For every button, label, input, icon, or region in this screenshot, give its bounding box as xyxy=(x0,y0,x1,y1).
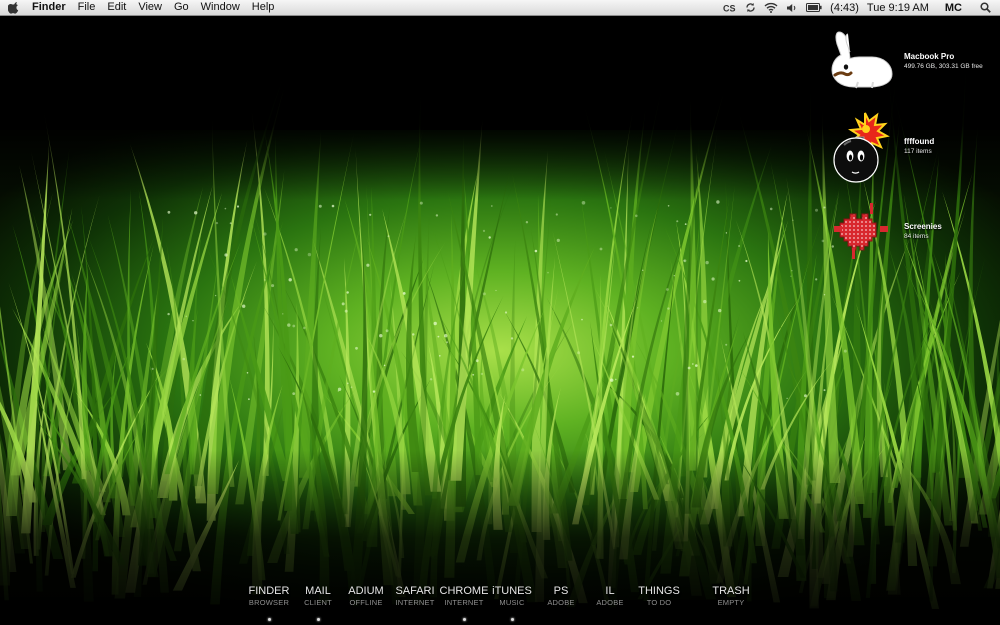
desktop-icon-name: Screenies xyxy=(904,222,942,231)
dock-item-illustrator[interactable]: IL ADOBE xyxy=(590,585,630,607)
dock-item-label: CHROME xyxy=(439,585,489,597)
dock-item-label: iTUNES xyxy=(492,585,532,597)
running-indicator xyxy=(267,618,271,621)
wifi-icon[interactable] xyxy=(760,0,782,15)
menu-help[interactable]: Help xyxy=(246,0,281,15)
dock-item-label: ADIUM xyxy=(348,585,384,597)
desktop-icon-ffffound[interactable]: ffffound 117 items xyxy=(830,110,990,184)
invader-folder-icon xyxy=(834,203,888,259)
dock-item-subtitle: TO DO xyxy=(646,598,672,607)
dock-item-adium[interactable]: ADIUM OFFLINE xyxy=(343,585,389,607)
dock-item-label: TRASH xyxy=(712,585,750,597)
dock-item-label: IL xyxy=(605,585,615,597)
dock-item-subtitle: ADOBE xyxy=(547,598,575,607)
dock-item-label: MAIL xyxy=(305,585,331,597)
dock-item-subtitle: ADOBE xyxy=(596,598,624,607)
desktop-wallpaper xyxy=(0,0,1000,625)
creative-suite-status-icon[interactable]: CS xyxy=(719,0,741,15)
menu-window[interactable]: Window xyxy=(195,0,246,15)
menu-finder[interactable]: Finder xyxy=(26,0,72,15)
menubar-clock[interactable]: Tue 9:19 AM xyxy=(863,0,937,15)
desktop-icon-screenies[interactable]: Screenies 84 items xyxy=(830,200,990,262)
apple-menu-icon[interactable] xyxy=(0,0,26,15)
rabbit-drive-icon xyxy=(831,31,893,91)
menu-edit[interactable]: Edit xyxy=(101,0,132,15)
desktop-icon-macbook-pro[interactable]: Macbook Pro 499.76 GB, 303.31 GB free xyxy=(824,28,994,92)
dock-item-subtitle: MUSIC xyxy=(499,598,525,607)
dock-item-chrome[interactable]: CHROME INTERNET xyxy=(438,585,490,621)
dock-item-label: FINDER xyxy=(248,585,290,597)
menu-file[interactable]: File xyxy=(72,0,102,15)
bomb-folder-icon xyxy=(833,112,890,183)
desktop-icon-info: 84 items xyxy=(904,233,929,240)
desktop-icon-name: Macbook Pro xyxy=(904,52,955,61)
user-account-menu[interactable]: MC xyxy=(937,0,970,15)
dock-item-subtitle: INTERNET xyxy=(395,598,435,607)
dock-item-things[interactable]: THINGS TO DO xyxy=(636,585,682,607)
dock-item-label: PS xyxy=(553,585,569,597)
sync-icon[interactable] xyxy=(741,0,760,15)
dock-item-subtitle: BROWSER xyxy=(248,598,290,607)
dock-item-mail[interactable]: MAIL CLIENT xyxy=(298,585,338,621)
svg-text:CS: CS xyxy=(723,3,736,13)
running-indicator xyxy=(510,618,514,621)
running-indicator xyxy=(316,618,320,621)
spotlight-search-icon[interactable] xyxy=(970,0,1000,15)
menu-bar: Finder File Edit View Go Window Help CS … xyxy=(0,0,1000,16)
dock-item-photoshop[interactable]: PS ADOBE xyxy=(541,585,581,607)
dock-item-label: SAFARI xyxy=(395,585,435,597)
dock-item-subtitle: OFFLINE xyxy=(349,598,383,607)
desktop-icon-name: ffffound xyxy=(904,137,935,146)
dock-item-safari[interactable]: SAFARI INTERNET xyxy=(392,585,438,607)
dock-item-finder[interactable]: FINDER BROWSER xyxy=(245,585,293,621)
running-indicator xyxy=(462,618,466,621)
dock-item-trash[interactable]: TRASH EMPTY xyxy=(709,585,753,607)
dock-item-subtitle: CLIENT xyxy=(304,598,332,607)
desktop-icon-info: 117 items xyxy=(904,148,932,155)
menu-view[interactable]: View xyxy=(132,0,168,15)
dock-item-label: THINGS xyxy=(638,585,680,597)
dock-item-subtitle: EMPTY xyxy=(717,598,745,607)
battery-time: (4:43) xyxy=(830,1,859,14)
desktop-icon-info: 499.76 GB, 303.31 GB free xyxy=(904,63,983,70)
menu-go[interactable]: Go xyxy=(168,0,195,15)
dock-item-subtitle: INTERNET xyxy=(444,598,484,607)
dock: FINDER BROWSER MAIL CLIENT ADIUM OFFLINE… xyxy=(0,585,1000,625)
battery-icon[interactable] xyxy=(802,0,826,15)
dock-item-itunes[interactable]: iTUNES MUSIC xyxy=(490,585,534,621)
volume-icon[interactable] xyxy=(782,0,802,15)
